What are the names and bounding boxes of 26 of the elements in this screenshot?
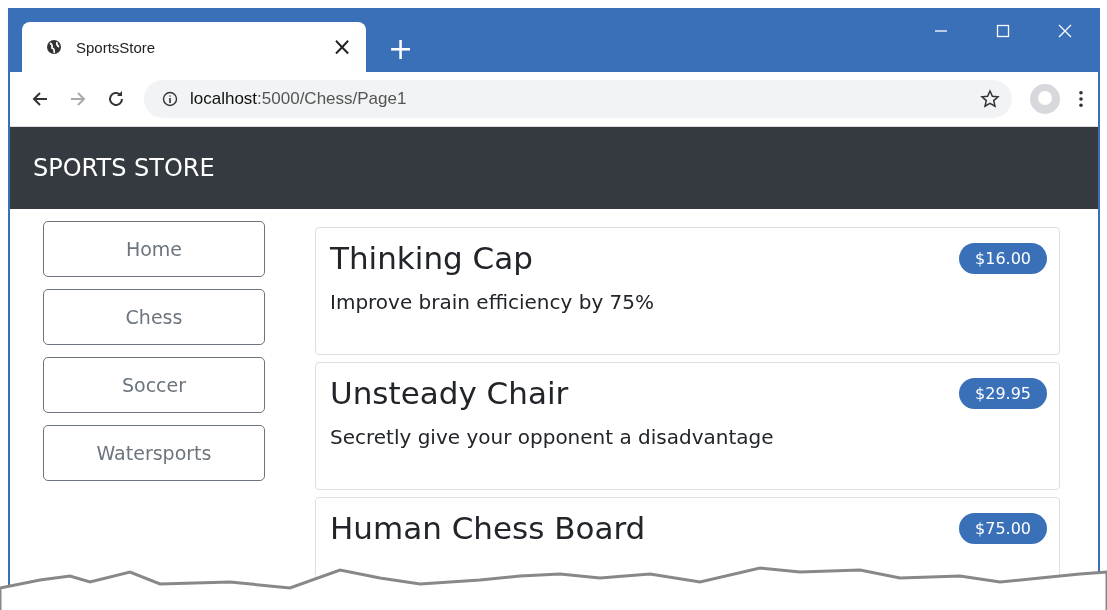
- address-bar[interactable]: localhost:5000/Chess/Page1: [144, 80, 1012, 118]
- brand-title[interactable]: SPORTS STORE: [33, 154, 215, 182]
- menu-icon[interactable]: [1078, 90, 1084, 108]
- info-icon: [162, 91, 178, 107]
- close-icon[interactable]: [1058, 24, 1072, 38]
- category-button[interactable]: Home: [43, 221, 265, 277]
- browser-tab[interactable]: SportsStore ×: [22, 22, 366, 72]
- close-tab-button[interactable]: ×: [331, 35, 352, 59]
- product-description: Improve brain efficiency by 75%: [330, 290, 656, 314]
- category-button[interactable]: Watersports: [43, 425, 265, 481]
- globe-icon: [46, 39, 62, 55]
- tab-title: SportsStore: [76, 38, 157, 56]
- price-badge: $16.00: [959, 242, 1047, 274]
- star-icon[interactable]: [980, 89, 1000, 109]
- price-badge: $29.95: [959, 377, 1047, 409]
- product-name: Unsteady Chair: [330, 375, 569, 411]
- category-button[interactable]: Chess: [43, 289, 265, 345]
- new-tab-button[interactable]: +: [388, 34, 414, 64]
- reload-icon[interactable]: [106, 89, 126, 109]
- product-description: Secretly give your opponent a disadvantage: [330, 425, 775, 449]
- product-name: Human Chess Board: [330, 510, 646, 546]
- price-badge: $75.00: [959, 512, 1047, 544]
- maximize-icon[interactable]: [996, 24, 1010, 38]
- category-button[interactable]: Soccer: [43, 357, 265, 413]
- url-text: localhost:5000/Chess/Page1: [190, 89, 407, 109]
- product-name: Thinking Cap: [330, 240, 533, 276]
